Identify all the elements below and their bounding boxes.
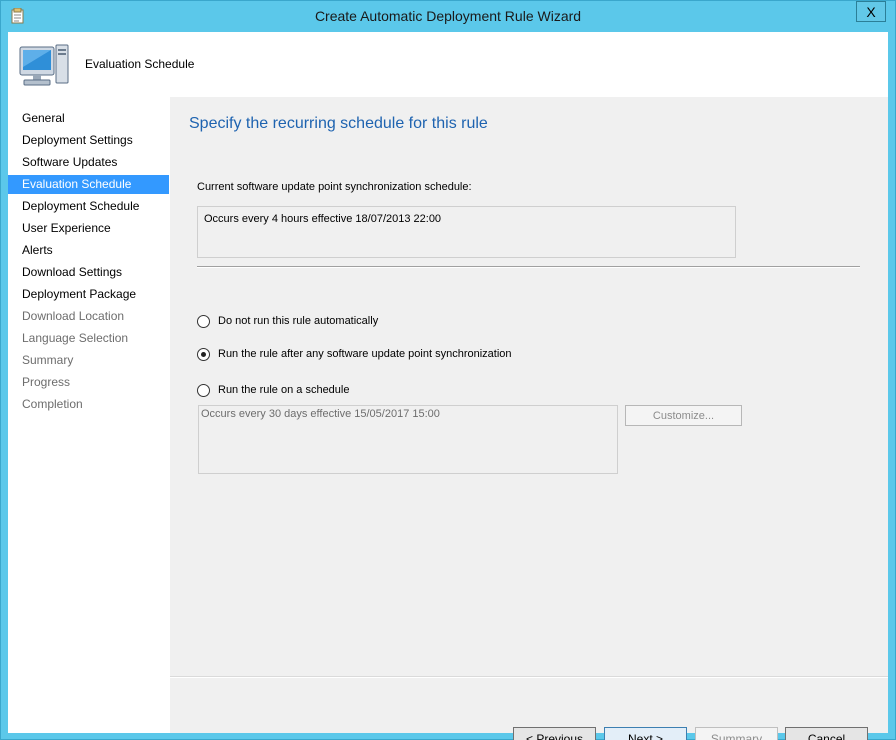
nav-item-completion: Completion [22,397,83,411]
nav-item-general[interactable]: General [8,109,169,128]
nav-item-download-location: Download Location [22,309,125,323]
wizard-header: Evaluation Schedule [8,32,888,97]
nav-item-deployment-schedule[interactable]: Deployment Schedule [8,197,169,216]
nav-item-deployment-package[interactable]: Deployment Package [8,285,169,304]
sync-schedule-value: Occurs every 4 hours effective 18/07/201… [204,213,442,225]
option-run-after-sync[interactable]: Run the rule after any software update p… [197,346,512,362]
schedule-box: Occurs every 30 days effective 15/05/201… [198,405,618,474]
nav-item-user-experience[interactable]: User Experience [8,219,169,238]
nav-item-download-settings[interactable]: Download Settings [8,263,169,282]
separator [197,266,860,268]
sync-schedule-label: Current software update point synchroniz… [197,181,472,193]
option-do-not-run[interactable]: Do not run this rule automatically [197,313,378,329]
header-title: Evaluation Schedule [85,57,195,71]
wizard-content: Specify the recurring schedule for this … [170,97,888,740]
wizard-nav: General Deployment Settings Software Upd… [8,97,170,733]
wizard-client: Evaluation Schedule General Deployment S… [8,32,888,740]
sync-schedule-box: Occurs every 4 hours effective 18/07/201… [197,206,736,258]
radio-do-not-run[interactable] [197,314,210,328]
window-title: Create Automatic Deployment Rule Wizard [314,8,582,24]
next-button[interactable]: Next > [604,727,687,740]
option-do-not-run-label: Do not run this rule automatically [218,315,379,327]
nav-item-alerts[interactable]: Alerts [8,241,169,260]
option-run-after-sync-label: Run the rule after any software update p… [218,348,512,360]
schedule-value: Occurs every 30 days effective 15/05/201… [201,408,440,420]
customize-button: Customize... [625,405,742,426]
nav-item-language-selection: Language Selection [22,331,129,345]
nav-item-evaluation-schedule[interactable]: Evaluation Schedule [8,175,169,194]
radio-run-after-sync[interactable] [197,347,210,361]
nav-item-summary: Summary [22,353,74,367]
nav-item-deployment-settings[interactable]: Deployment Settings [8,131,169,150]
footer-separator [170,676,888,678]
title-bar: Create Automatic Deployment Rule Wizard … [1,1,895,32]
option-run-on-schedule-label: Run the rule on a schedule [218,384,350,396]
previous-button[interactable]: < Previous [513,727,596,740]
option-run-on-schedule[interactable]: Run the rule on a schedule [197,382,349,398]
summary-button: Summary [695,727,778,740]
close-button[interactable]: X [856,1,886,22]
wizard-window: Create Automatic Deployment Rule Wizard … [0,0,896,740]
page-heading: Specify the recurring schedule for this … [189,115,488,132]
nav-item-progress: Progress [22,375,71,389]
radio-run-on-schedule[interactable] [197,383,210,397]
cancel-button[interactable]: Cancel [785,727,868,740]
computer-icon [19,44,69,86]
nav-item-software-updates[interactable]: Software Updates [8,153,169,172]
